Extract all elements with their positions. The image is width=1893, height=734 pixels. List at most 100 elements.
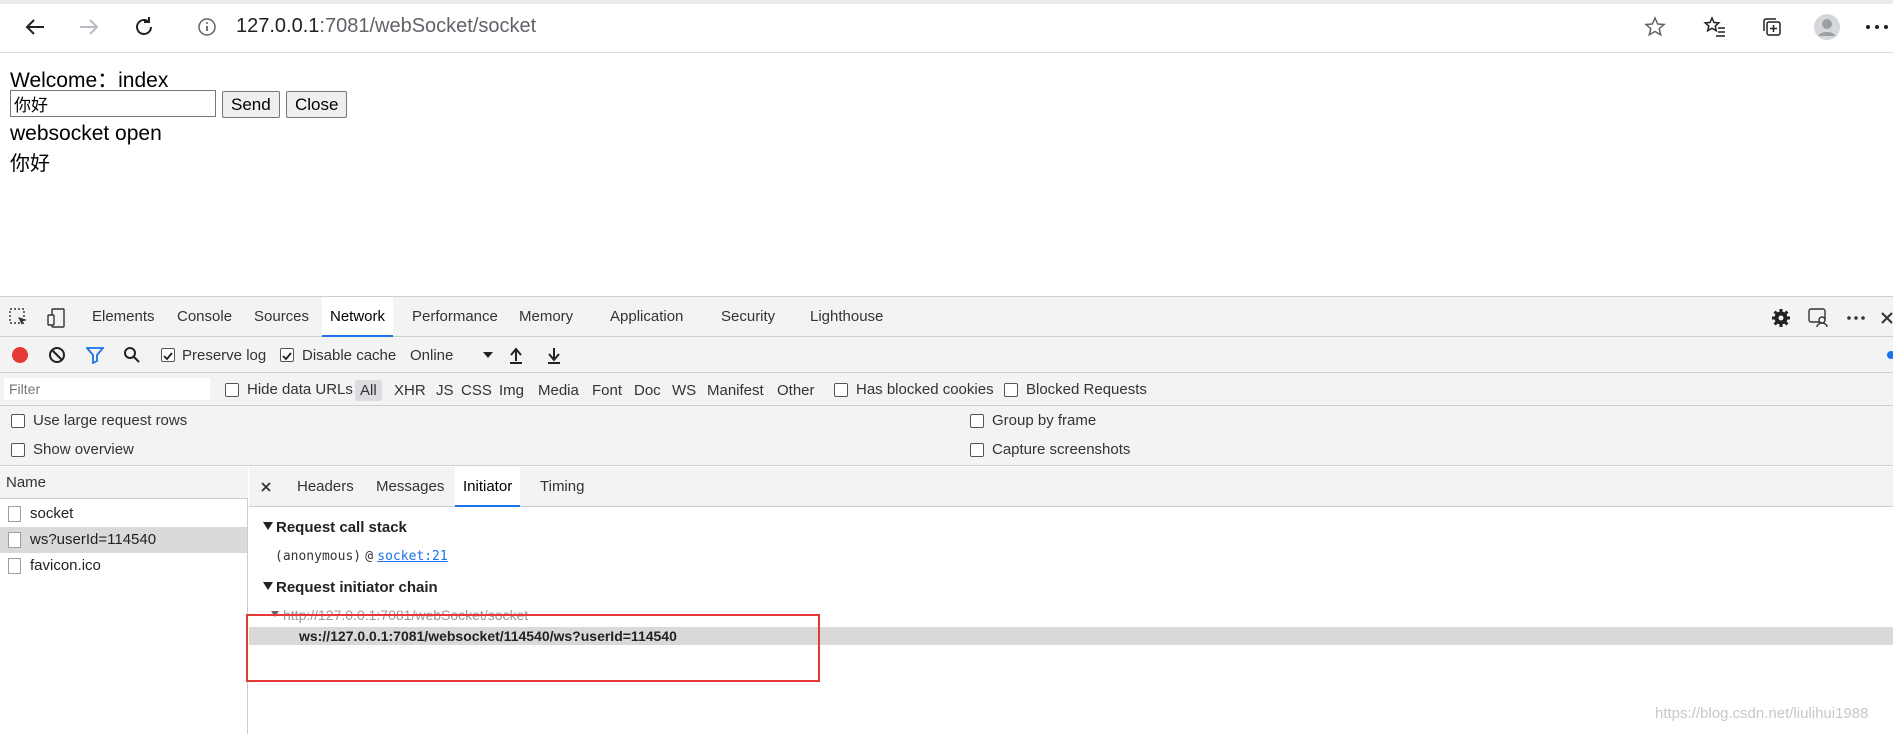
tab-performance[interactable]: Performance xyxy=(412,297,498,337)
tab-messages[interactable]: Messages xyxy=(376,467,444,507)
tab-timing[interactable]: Timing xyxy=(540,467,584,507)
device-toolbar-icon[interactable] xyxy=(46,307,68,329)
preserve-log-label: Preserve log xyxy=(182,347,267,364)
filter-bar: Hide data URLs All XHR JS CSS Img Media … xyxy=(0,373,1893,406)
document-icon xyxy=(8,532,21,548)
request-name: favicon.ico xyxy=(30,557,101,574)
filter-type-doc[interactable]: Doc xyxy=(634,382,661,399)
show-overview-label: Show overview xyxy=(33,441,134,458)
tab-lighthouse[interactable]: Lighthouse xyxy=(810,297,883,337)
triangle-down-icon[interactable] xyxy=(263,581,273,591)
web-page: Welcome：index Send Close websocket open … xyxy=(0,54,1893,296)
devtools-tab-bar: Elements Console Sources Network Perform… xyxy=(0,297,1893,337)
large-rows-checkbox[interactable] xyxy=(11,414,25,428)
disable-cache-checkbox[interactable] xyxy=(280,348,294,362)
site-info-icon[interactable] xyxy=(192,12,222,42)
initiator-chain-title[interactable]: Request initiator chain xyxy=(276,579,438,596)
favorites-icon[interactable] xyxy=(1700,12,1730,42)
tab-security[interactable]: Security xyxy=(721,297,775,337)
tab-network[interactable]: Network xyxy=(322,297,394,337)
collections-icon[interactable] xyxy=(1757,12,1787,42)
star-icon[interactable] xyxy=(1640,12,1670,42)
network-settings-icon[interactable] xyxy=(1885,349,1893,361)
tab-sources[interactable]: Sources xyxy=(254,297,309,337)
options-row-1: Use large request rows Group by frame xyxy=(0,406,1893,436)
capture-screenshots-checkbox[interactable] xyxy=(970,443,984,457)
filter-type-manifest[interactable]: Manifest xyxy=(707,382,764,399)
filter-type-media[interactable]: Media xyxy=(538,382,579,399)
settings-gear-icon[interactable] xyxy=(1770,307,1792,329)
triangle-down-icon[interactable] xyxy=(263,521,273,531)
filter-type-xhr[interactable]: XHR xyxy=(394,382,426,399)
filter-type-css[interactable]: CSS xyxy=(461,382,492,399)
message-input[interactable] xyxy=(10,90,216,117)
blocked-requests-checkbox[interactable] xyxy=(1004,383,1018,397)
group-by-frame-checkbox[interactable] xyxy=(970,414,984,428)
search-icon[interactable] xyxy=(123,346,141,364)
filter-type-other[interactable]: Other xyxy=(777,382,815,399)
profile-avatar-icon[interactable] xyxy=(1812,12,1842,42)
network-toolbar: Preserve log Disable cache Online xyxy=(0,337,1893,373)
request-detail-panel: Headers Messages Initiator Timing Reques… xyxy=(249,467,1893,734)
large-rows-label: Use large request rows xyxy=(33,412,188,429)
filter-type-js[interactable]: JS xyxy=(436,382,454,399)
annotation-highlight-box xyxy=(246,614,820,682)
request-row-favicon[interactable]: favicon.ico xyxy=(0,553,247,579)
tab-elements[interactable]: Elements xyxy=(92,297,155,337)
export-har-icon[interactable] xyxy=(545,345,563,365)
connection-status: websocket open xyxy=(10,122,162,145)
show-overview-checkbox[interactable] xyxy=(11,443,25,457)
record-icon[interactable] xyxy=(11,346,29,364)
tab-memory[interactable]: Memory xyxy=(519,297,573,337)
filter-type-all[interactable]: All xyxy=(355,380,382,401)
filter-type-img[interactable]: Img xyxy=(499,382,524,399)
preserve-log-checkbox[interactable] xyxy=(161,348,175,362)
name-column-label: Name xyxy=(6,474,47,491)
browser-toolbar: 127.0.0.1:7081/webSocket/socket xyxy=(0,0,1893,53)
feedback-icon[interactable] xyxy=(1808,307,1830,329)
has-blocked-cookies-label: Has blocked cookies xyxy=(856,381,994,398)
close-button[interactable]: Close xyxy=(286,91,348,118)
forward-icon[interactable] xyxy=(72,10,106,44)
request-name: socket xyxy=(30,505,74,522)
disable-cache-label: Disable cache xyxy=(302,347,397,364)
document-icon xyxy=(8,558,21,574)
reload-icon[interactable] xyxy=(127,10,161,44)
filter-type-font[interactable]: Font xyxy=(592,382,622,399)
capture-screenshots-label: Capture screenshots xyxy=(992,441,1131,458)
close-detail-icon[interactable] xyxy=(259,480,273,494)
tab-console[interactable]: Console xyxy=(177,297,232,337)
clear-icon[interactable] xyxy=(48,346,66,364)
filter-type-ws[interactable]: WS xyxy=(672,382,696,399)
devtools-more-icon[interactable] xyxy=(1845,307,1867,329)
url-text[interactable]: 127.0.0.1:7081/webSocket/socket xyxy=(236,15,536,38)
call-stack-link[interactable]: socket:21 xyxy=(377,549,447,564)
group-by-frame-label: Group by frame xyxy=(992,412,1097,429)
request-row-socket[interactable]: socket xyxy=(0,501,247,527)
name-column-header[interactable]: Name xyxy=(0,467,248,499)
tab-initiator[interactable]: Initiator xyxy=(455,467,521,507)
close-devtools-icon[interactable] xyxy=(1880,309,1893,327)
more-icon[interactable] xyxy=(1862,12,1892,42)
document-icon xyxy=(8,506,21,522)
send-button[interactable]: Send xyxy=(222,91,280,118)
request-row-websocket[interactable]: ws?userId=114540 xyxy=(0,527,247,553)
inspect-element-icon[interactable] xyxy=(8,307,30,329)
tab-headers[interactable]: Headers xyxy=(297,467,354,507)
hide-data-urls-label: Hide data URLs xyxy=(247,381,353,398)
hide-data-urls-checkbox[interactable] xyxy=(225,383,239,397)
blocked-requests-label: Blocked Requests xyxy=(1026,381,1147,398)
tab-application[interactable]: Application xyxy=(610,297,683,337)
options-row-2: Show overview Capture screenshots xyxy=(0,436,1893,466)
detail-tab-bar: Headers Messages Initiator Timing xyxy=(249,467,1893,507)
filter-funnel-icon[interactable] xyxy=(86,346,104,364)
filter-input[interactable] xyxy=(4,378,210,400)
request-name: ws?userId=114540 xyxy=(30,531,157,548)
has-blocked-cookies-checkbox[interactable] xyxy=(834,383,848,397)
import-har-icon[interactable] xyxy=(507,345,525,365)
chevron-down-icon[interactable] xyxy=(482,349,494,361)
call-stack-title[interactable]: Request call stack xyxy=(276,519,407,536)
throttle-select[interactable]: Online xyxy=(410,347,453,364)
back-icon[interactable] xyxy=(18,10,52,44)
received-message: 你好 xyxy=(10,151,50,175)
